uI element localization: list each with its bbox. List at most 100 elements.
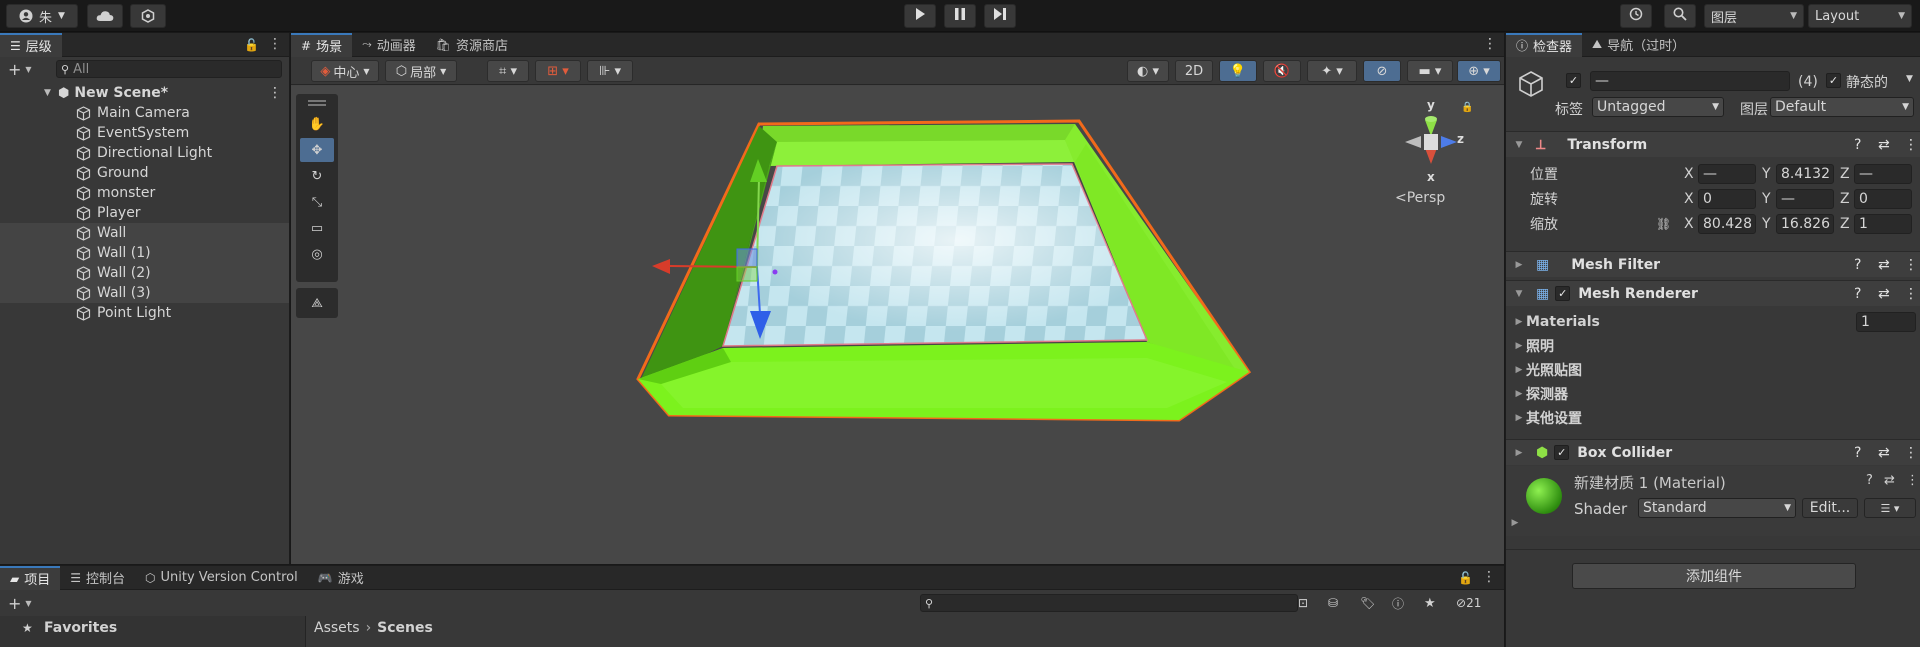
chevron-down-icon[interactable]: ▼	[25, 65, 31, 74]
hierarchy-item[interactable]: Wall (1)	[0, 243, 289, 263]
scale-tool[interactable]: ⤡	[300, 190, 334, 214]
transform-rotation-input[interactable]: 0	[1698, 189, 1756, 209]
tab-asset-store[interactable]: 🛍 资源商店	[426, 33, 518, 57]
presets-icon[interactable]: ⇄	[1878, 137, 1890, 153]
hierarchy-item[interactable]: Wall (2)	[0, 263, 289, 283]
draw-mode-dropdown[interactable]: ◐ ▾	[1127, 60, 1169, 82]
transform-scale-input[interactable]: 80.428	[1698, 214, 1756, 234]
hierarchy-item[interactable]: Directional Light	[0, 143, 289, 163]
transform-position-input[interactable]: 8.4132	[1776, 164, 1834, 184]
more-options-icon[interactable]: ⋮	[1482, 569, 1496, 585]
rotate-tool[interactable]: ↻	[300, 164, 334, 188]
breadcrumb-assets[interactable]: Assets	[314, 620, 360, 636]
more-options-icon[interactable]: ⋮	[1904, 257, 1918, 273]
transform-scale-input[interactable]: 1	[1854, 214, 1912, 234]
transform-position-input[interactable]: —	[1698, 164, 1756, 184]
expand-triangle-icon[interactable]: ▼	[1512, 289, 1526, 299]
collapse-triangle-icon[interactable]: ▶	[1512, 448, 1526, 458]
transform-scale-input[interactable]: 16.826	[1776, 214, 1834, 234]
tab-navigation[interactable]: ⛰ 导航（过时）	[1582, 33, 1695, 57]
palette-drag-handle[interactable]	[308, 100, 326, 106]
materials-row[interactable]: ▶ Materials 1	[1506, 311, 1920, 333]
tab-project[interactable]: ▰ 项目	[0, 565, 61, 590]
materials-count-input[interactable]: 1	[1856, 312, 1916, 332]
undo-history-button[interactable]	[1620, 4, 1652, 28]
presets-icon[interactable]: ⇄	[1878, 445, 1890, 461]
account-dropdown[interactable]: 朱 ▼	[6, 4, 78, 28]
collapse-triangle-icon[interactable]: ▶	[1512, 317, 1526, 327]
lock-icon[interactable]: 🔓	[1458, 571, 1473, 585]
cloud-button[interactable]	[87, 4, 123, 28]
more-options-icon[interactable]: ⋮	[268, 36, 282, 52]
help-icon[interactable]: ?	[1854, 257, 1861, 273]
expand-triangle-icon[interactable]: ▼	[44, 88, 58, 98]
rect-tool[interactable]: ▭	[300, 216, 334, 240]
projection-toggle[interactable]: <Persp	[1395, 190, 1445, 206]
grid-snap-button[interactable]: ⌗ ▾	[487, 60, 529, 82]
favorites-label[interactable]: Favorites	[44, 620, 117, 636]
step-button[interactable]	[984, 4, 1016, 28]
box-collider-header[interactable]: ▶ ⬢ ✓ Box Collider ? ⇄ ⋮	[1506, 439, 1920, 465]
hierarchy-item[interactable]: Wall	[0, 223, 289, 243]
mesh-filter-header[interactable]: ▶ ▦ Mesh Filter ? ⇄ ⋮	[1506, 251, 1920, 277]
renderer-section-row[interactable]: ▶ 照明	[1506, 335, 1920, 357]
tab-game[interactable]: 🎮 游戏	[308, 566, 374, 590]
warning-icon[interactable]: ⓘ	[1392, 595, 1404, 612]
tab-scene[interactable]: # 场景	[291, 32, 353, 57]
more-options-icon[interactable]: ⋮	[1906, 473, 1919, 488]
mesh-renderer-enabled-checkbox[interactable]: ✓	[1555, 286, 1571, 301]
more-options-icon[interactable]: ⋮	[1904, 286, 1918, 302]
pause-button[interactable]	[944, 4, 976, 28]
transform-rotation-input[interactable]: 0	[1854, 189, 1912, 209]
hierarchy-item[interactable]: Wall (3)	[0, 283, 289, 303]
scene-root[interactable]: ▼ ⬢ New Scene* ⋮	[0, 83, 289, 103]
renderer-section-row[interactable]: ▶ 其他设置	[1506, 407, 1920, 429]
tab-animator[interactable]: ⤳ 动画器	[352, 33, 426, 57]
hidden-packages-toggle[interactable]: ⊘21	[1456, 596, 1481, 610]
2d-toggle[interactable]: 2D	[1175, 60, 1213, 82]
project-search-input[interactable]: ⚲	[920, 594, 1298, 612]
layer-dropdown[interactable]: Default ▼	[1770, 97, 1914, 117]
move-tool[interactable]: ✥	[300, 138, 334, 162]
presets-icon[interactable]: ⇄	[1884, 473, 1895, 488]
presets-icon[interactable]: ⇄	[1878, 257, 1890, 273]
transform-rotation-input[interactable]: —	[1776, 189, 1834, 209]
increment-snap-button[interactable]: ⊪ ▾	[587, 60, 633, 82]
breadcrumb-scenes[interactable]: Scenes	[377, 620, 433, 636]
grid-visibility-button[interactable]: ⊞ ▾	[535, 60, 581, 82]
filter-type-icon[interactable]: ⛁	[1328, 596, 1338, 610]
lighting-toggle[interactable]: 💡	[1219, 60, 1257, 82]
more-options-icon[interactable]: ⋮	[268, 85, 282, 101]
more-options-icon[interactable]: ⋮	[1904, 445, 1918, 461]
renderer-section-row[interactable]: ▶ 探测器	[1506, 383, 1920, 405]
active-checkbox[interactable]: ✓	[1566, 73, 1581, 88]
hierarchy-item[interactable]: Ground	[0, 163, 289, 183]
transform-tool[interactable]: ◎	[300, 242, 334, 266]
package-button[interactable]	[130, 4, 166, 28]
tab-hierarchy[interactable]: ☰ 层级	[0, 32, 62, 57]
layers-dropdown[interactable]: 图层 ▼	[1704, 4, 1804, 28]
collapse-triangle-icon[interactable]: ▶	[1512, 341, 1526, 351]
shader-edit-button[interactable]: Edit...	[1802, 498, 1858, 518]
filter-label-icon[interactable]: 🏷	[1360, 596, 1375, 610]
tag-dropdown[interactable]: Untagged ▼	[1592, 97, 1724, 117]
custom-tool[interactable]: ⟁	[300, 291, 334, 315]
effects-dropdown[interactable]: ✦ ▾	[1307, 60, 1357, 82]
chevron-down-icon[interactable]: ▼	[1906, 74, 1913, 84]
hierarchy-item[interactable]: EventSystem	[0, 123, 289, 143]
gizmo-lock-icon[interactable]: 🔒	[1461, 102, 1473, 113]
search-button[interactable]	[1664, 4, 1696, 28]
collapse-triangle-icon[interactable]: ▶	[1512, 260, 1526, 270]
transform-header[interactable]: ▼ ⟂ Transform ? ⇄ ⋮	[1506, 131, 1920, 157]
gizmos-dropdown[interactable]: ⊕ ▾	[1457, 60, 1501, 82]
renderer-section-row[interactable]: ▶ 光照贴图	[1506, 359, 1920, 381]
box-collider-enabled-checkbox[interactable]: ✓	[1554, 445, 1570, 460]
star-icon[interactable]: ★	[1424, 596, 1436, 611]
transform-position-input[interactable]: —	[1854, 164, 1912, 184]
audio-toggle[interactable]: 🔇	[1263, 60, 1301, 82]
hierarchy-item[interactable]: Main Camera	[0, 103, 289, 123]
hierarchy-item[interactable]: monster	[0, 183, 289, 203]
play-button[interactable]	[904, 4, 936, 28]
more-options-icon[interactable]: ⋮	[1483, 36, 1497, 52]
object-name-input[interactable]: —	[1590, 71, 1790, 91]
